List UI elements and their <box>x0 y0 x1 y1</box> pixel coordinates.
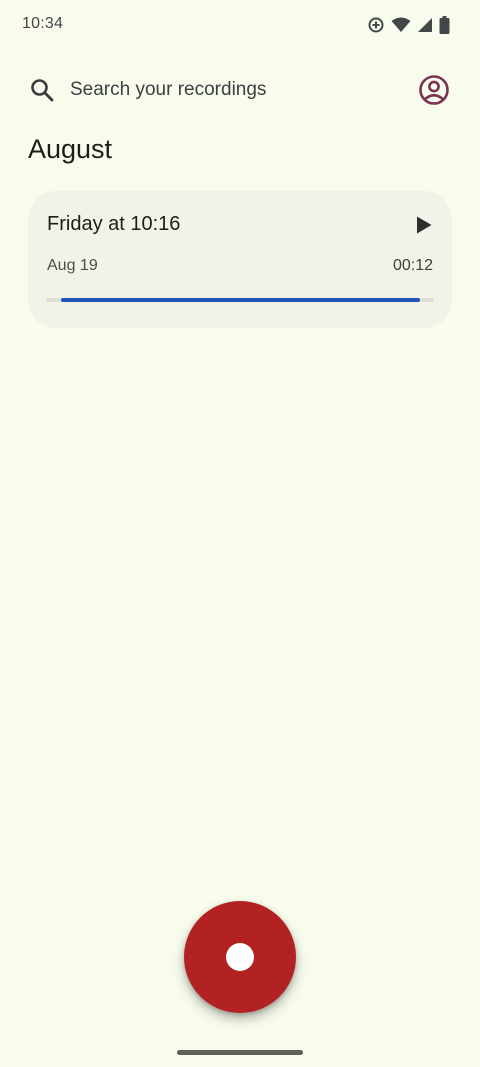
playback-progress-fill <box>61 298 420 302</box>
wifi-icon <box>391 17 411 33</box>
play-icon <box>417 216 432 234</box>
search-bar[interactable]: Search your recordings <box>20 66 460 114</box>
account-circle-icon[interactable] <box>412 68 456 112</box>
section-title: August <box>28 134 113 164</box>
recording-date: Aug 19 <box>47 257 98 274</box>
status-time: 10:34 <box>22 15 64 32</box>
search-icon[interactable] <box>20 68 64 112</box>
recording-title: Friday at 10:16 <box>47 213 181 235</box>
status-bar: 10:34 <box>0 0 480 52</box>
cellular-signal-icon <box>417 17 433 33</box>
record-button[interactable] <box>184 901 296 1013</box>
home-indicator[interactable] <box>177 1050 303 1055</box>
battery-icon <box>439 16 450 34</box>
play-button[interactable] <box>408 209 440 241</box>
status-icons <box>367 16 450 34</box>
recording-duration: 00:12 <box>392 257 433 274</box>
playback-progress-track[interactable] <box>46 298 434 302</box>
data-saver-icon <box>367 16 385 34</box>
search-input[interactable]: Search your recordings <box>70 79 412 101</box>
recording-card[interactable]: Friday at 10:16 Aug 19 00:12 <box>28 191 452 328</box>
record-dot-icon <box>226 943 254 971</box>
